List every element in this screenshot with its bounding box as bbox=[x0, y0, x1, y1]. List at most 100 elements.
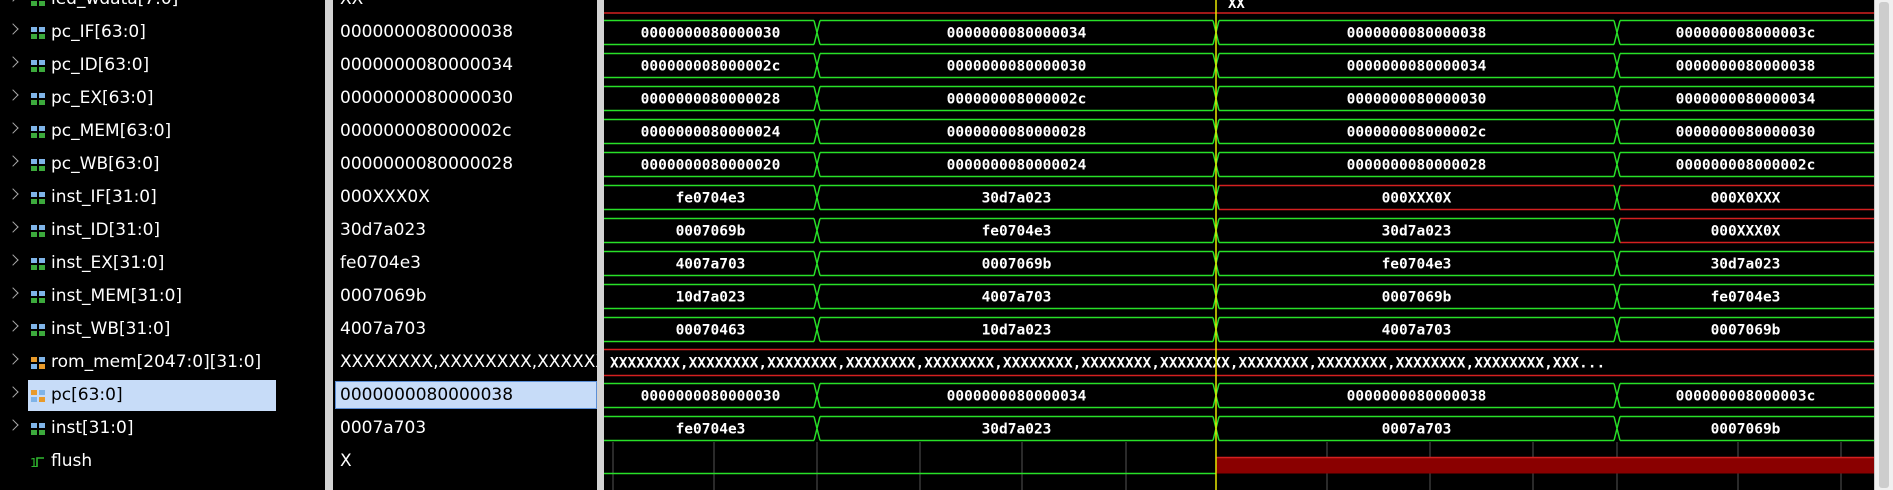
signal-row[interactable]: pc_EX[63:0] bbox=[0, 82, 325, 115]
bus-transition bbox=[1613, 53, 1621, 78]
signal-value: XXXXXXXX,XXXXXXXX,XXXXXXXX bbox=[340, 352, 597, 372]
signal-row[interactable]: inst_WB[31:0] bbox=[0, 313, 325, 346]
scrollbar-thumb[interactable] bbox=[1879, 2, 1889, 488]
signal-row[interactable]: inst_MEM[31:0] bbox=[0, 280, 325, 313]
bus-icon bbox=[30, 256, 46, 272]
bus-transition bbox=[813, 218, 821, 243]
value-row[interactable]: 0000000080000028 bbox=[333, 148, 597, 181]
signal-value: 000XXX0X bbox=[340, 187, 430, 207]
signal-name: flush bbox=[51, 451, 93, 471]
bus-value-label: 4007a703 bbox=[1382, 323, 1452, 339]
signal-row[interactable]: pc_IF[63:0] bbox=[0, 16, 325, 49]
bus-value-label: 0000000080000020 bbox=[641, 158, 781, 174]
expand-chevron-icon[interactable] bbox=[7, 122, 19, 134]
expand-chevron-icon[interactable] bbox=[7, 287, 19, 299]
expand-chevron-icon[interactable] bbox=[7, 221, 19, 233]
expand-chevron-icon[interactable] bbox=[7, 155, 19, 167]
expand-chevron-icon[interactable] bbox=[7, 188, 19, 200]
bus-value-label: 30d7a023 bbox=[982, 191, 1052, 207]
signal-row[interactable]: inst_ID[31:0] bbox=[0, 214, 325, 247]
bus-icon bbox=[30, 58, 46, 74]
bus-icon bbox=[30, 157, 46, 173]
value-row[interactable]: fe0704e3 bbox=[333, 247, 597, 280]
bus-transition bbox=[1613, 383, 1621, 408]
signal-name: pc_ID[63:0] bbox=[51, 55, 150, 75]
waveform-canvas[interactable]: XX 0000000080000030 0000000080000034 000000… bbox=[604, 0, 1874, 490]
expand-chevron-icon[interactable] bbox=[7, 254, 19, 266]
bus-transition bbox=[813, 119, 821, 144]
bus-transition bbox=[813, 86, 821, 111]
bus-value-label: 0000000080000034 bbox=[947, 389, 1087, 405]
bus-value-label: 30d7a023 bbox=[1382, 224, 1452, 240]
value-row[interactable]: 0007a703 bbox=[333, 412, 597, 445]
pane-splitter-names[interactable] bbox=[325, 0, 333, 490]
value-row[interactable]: 0000000080000034 bbox=[333, 49, 597, 82]
signal-value: 0000000080000034 bbox=[340, 55, 514, 75]
signal-name: rom_mem[2047:0][31:0] bbox=[51, 352, 262, 372]
signal-row[interactable]: rom_mem[2047:0][31:0] bbox=[0, 346, 325, 379]
signal-row[interactable]: pc_WB[63:0] bbox=[0, 148, 325, 181]
vertical-scrollbar[interactable] bbox=[1874, 0, 1893, 490]
bus-icon bbox=[30, 322, 46, 338]
bus-value-label: 0000000080000028 bbox=[947, 125, 1087, 141]
signal-row[interactable]: pc[63:0] bbox=[0, 379, 325, 412]
expand-chevron-icon[interactable] bbox=[7, 56, 19, 68]
value-row[interactable]: XXXXXXXX,XXXXXXXX,XXXXXXXX bbox=[333, 346, 597, 379]
signal-value: 0000000080000030 bbox=[340, 88, 514, 108]
bus-transition bbox=[1613, 284, 1621, 309]
bus-value-label: 0000000080000028 bbox=[641, 92, 781, 108]
bus-transition bbox=[1613, 317, 1621, 342]
value-row[interactable]: 30d7a023 bbox=[333, 214, 597, 247]
signal-row[interactable]: led_wdata[7:0] bbox=[0, 0, 325, 16]
bus-value-label: 0000000080000030 bbox=[1347, 92, 1487, 108]
bus-value-label: fe0704e3 bbox=[676, 422, 746, 438]
signal-name: inst[31:0] bbox=[51, 418, 134, 438]
signal-row[interactable]: inst_EX[31:0] bbox=[0, 247, 325, 280]
signal-name: inst_EX[31:0] bbox=[51, 253, 165, 273]
bus-value-label: 0000000080000038 bbox=[1347, 26, 1487, 42]
signal-value: 000000008000002c bbox=[340, 121, 512, 141]
expand-chevron-icon[interactable] bbox=[7, 0, 19, 2]
value-row[interactable]: 0000000080000030 bbox=[333, 82, 597, 115]
bus-value-label: 10d7a023 bbox=[982, 323, 1052, 339]
signal-value: 4007a703 bbox=[340, 319, 427, 339]
value-row[interactable]: 000XXX0X bbox=[333, 181, 597, 214]
expand-chevron-icon[interactable] bbox=[7, 89, 19, 101]
signal-name: inst_IF[31:0] bbox=[51, 187, 157, 207]
expand-chevron-icon[interactable] bbox=[7, 353, 19, 365]
signal-name: pc_MEM[63:0] bbox=[51, 121, 172, 141]
pane-splitter-values[interactable] bbox=[597, 0, 604, 490]
signal-row[interactable]: pc_MEM[63:0] bbox=[0, 115, 325, 148]
value-row[interactable]: X bbox=[333, 445, 597, 478]
bus-value-label: XXXXXXXX,XXXXXXXX,XXXXXXXX,XXXXXXXX,XXXX… bbox=[610, 356, 1605, 372]
value-row[interactable]: 0007069b bbox=[333, 280, 597, 313]
waveform-pane[interactable]: XX 0000000080000030 0000000080000034 000000… bbox=[604, 0, 1874, 490]
signal-row[interactable]: pc_ID[63:0] bbox=[0, 49, 325, 82]
signal-row[interactable]: inst[31:0] bbox=[0, 412, 325, 445]
value-row[interactable]: XX bbox=[333, 0, 597, 16]
bus-value-label: 0000000080000038 bbox=[1676, 59, 1816, 75]
bus-value-label: 0007069b bbox=[1382, 290, 1452, 306]
expand-chevron-icon[interactable] bbox=[7, 386, 19, 398]
wire-icon: 1 bbox=[30, 454, 46, 470]
value-row[interactable]: 0000000080000038 bbox=[333, 379, 597, 412]
value-row[interactable]: 4007a703 bbox=[333, 313, 597, 346]
bus-value-label: 0000000080000030 bbox=[641, 26, 781, 42]
signal-value-pane: XX 0000000080000038 0000000080000034 000000… bbox=[333, 0, 597, 490]
expand-chevron-icon[interactable] bbox=[7, 419, 19, 431]
bus-icon bbox=[30, 124, 46, 140]
signal-row[interactable]: inst_IF[31:0] bbox=[0, 181, 325, 214]
signal-row[interactable]: 1 flush bbox=[0, 445, 325, 478]
bus-icon bbox=[30, 25, 46, 41]
value-row[interactable]: 000000008000002c bbox=[333, 115, 597, 148]
expand-chevron-icon[interactable] bbox=[7, 23, 19, 35]
value-row[interactable]: 0000000080000038 bbox=[333, 16, 597, 49]
expand-chevron-icon[interactable] bbox=[7, 320, 19, 332]
signal-value: XX bbox=[340, 0, 363, 9]
bus-value-label: 000000008000002c bbox=[947, 92, 1087, 108]
signal-value: fe0704e3 bbox=[340, 253, 421, 273]
signal-value: 0000000080000038 bbox=[340, 22, 514, 42]
bus-icon bbox=[30, 223, 46, 239]
bus-value-label: 000000008000002c bbox=[641, 59, 781, 75]
signal-value: X bbox=[340, 451, 352, 471]
